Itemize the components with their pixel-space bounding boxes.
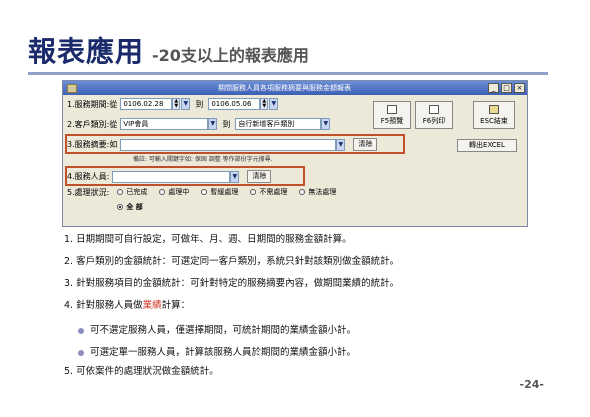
service-staff-field[interactable] (112, 170, 231, 183)
report-window: 期間服務人員各項服務摘要與服務金額報表 _ □ × 1.服務期間:從 0106.… (62, 80, 528, 227)
period-to-spinner[interactable]: ▲ ▼ (260, 98, 269, 110)
radio-icon (159, 189, 166, 195)
title-divider (28, 72, 548, 75)
export-excel-button[interactable]: 轉出EXCEL (457, 139, 517, 152)
radio-icon (250, 189, 257, 195)
printer-icon (429, 105, 439, 114)
sub-list-item-text: 可選定單一服務人員，計算該服務人員於期間的業績金額小計。 (90, 347, 357, 358)
feature-list: 1. 日期期間可自行設定，可做年、月、週、日期間的服務金額計算。 2. 客戶類別… (64, 232, 544, 386)
summary-clear-button[interactable]: 清除 (353, 138, 378, 151)
minimize-icon[interactable]: _ (488, 83, 499, 93)
slide-title: 報表應用 -20支以上的報表應用 (28, 30, 309, 70)
customer-type-from-field[interactable]: VIP會員 (120, 118, 209, 130)
customer-type-row: 2.客戶類別:從 VIP會員 ▼ 到 自行新增客戶類別 ▼ (67, 118, 331, 130)
close-button[interactable]: ESC結束 (473, 101, 515, 129)
list-item: 5. 可依案件的處理狀況做金額統計。 (64, 366, 219, 377)
status-radio-unable[interactable]: 無法處理 (299, 187, 336, 197)
status-row: 5.處理狀況: 已完成 處理中 暫緩處理 不需處理 無法處理 全 部 (67, 187, 348, 212)
maximize-icon[interactable]: □ (501, 83, 512, 93)
list-item-text: 4. 針對服務人員做 (64, 300, 143, 311)
staff-clear-button[interactable]: 清除 (247, 170, 272, 183)
status-radio-processing[interactable]: 處理中 (159, 187, 189, 197)
close-button-label: ESC結束 (480, 117, 508, 125)
bullet-icon (78, 328, 84, 334)
period-to-field[interactable]: 0106.05.06 (208, 98, 261, 110)
service-period-label: 1.服務期間:從 (67, 99, 118, 109)
service-summary-label: 3.服務摘要:如 (67, 140, 118, 149)
list-item: 4. 針對服務人員做業績計算： (64, 298, 544, 320)
customer-type-to-field[interactable]: 自行新增客戶類別 (235, 118, 322, 130)
summary-hint-text: 備註: 可輸入關鍵字如: 保固 調整 等作部份字元搜尋. (133, 156, 273, 163)
status-option-label: 不需處理 (259, 188, 288, 196)
customer-type-to-label: 到 (222, 119, 231, 129)
bullet-icon (78, 350, 84, 356)
list-item-highlight: 業績 (142, 300, 162, 311)
status-radio-done[interactable]: 已完成 (117, 187, 147, 197)
radio-selected-icon (117, 204, 124, 210)
radio-icon (117, 189, 124, 195)
period-from-dropdown-icon[interactable]: ▼ (181, 98, 191, 110)
preview-button-label: F5預覽 (380, 117, 404, 125)
status-option-label: 處理中 (168, 188, 190, 196)
print-button[interactable]: F6列印 (415, 101, 453, 129)
radio-icon (299, 189, 306, 195)
close-icon[interactable]: × (514, 83, 525, 93)
service-summary-field[interactable] (120, 138, 337, 151)
status-radio-all[interactable]: 全 部 (117, 202, 143, 212)
window-title: 期間服務人員各項服務摘要與服務金額報表 (218, 84, 351, 92)
status-radio-deferred[interactable]: 暫緩處理 (201, 187, 238, 197)
period-from-field[interactable]: 0106.02.28 (120, 98, 173, 110)
list-item-text: 計算： (161, 300, 191, 311)
period-to-label: 到 (195, 99, 204, 109)
service-staff-row: 4.服務人員: ▼ 清除 (67, 170, 272, 183)
sub-list-item: 可不選定服務人員，僅選擇期間，可統計期間的業績金額小計。 (64, 320, 544, 342)
sub-list-item: 可選定單一服務人員，計算該服務人員於期間的業績金額小計。 (64, 342, 544, 364)
status-option-label: 暫緩處理 (210, 188, 239, 196)
period-from-spinner[interactable]: ▲ ▼ (172, 98, 181, 110)
print-button-label: F6列印 (422, 117, 446, 125)
status-option-label: 無法處理 (308, 188, 337, 196)
app-icon (67, 83, 77, 93)
period-to-dropdown-icon[interactable]: ▼ (269, 98, 279, 110)
slide-subtitle: -20支以上的報表應用 (152, 46, 309, 65)
customer-type-to-dropdown-icon[interactable]: ▼ (321, 118, 331, 130)
exit-icon (489, 105, 499, 114)
radio-icon (201, 189, 208, 195)
customer-type-label: 2.客戶類別:從 (67, 119, 118, 129)
service-period-row: 1.服務期間:從 0106.02.28 ▲ ▼ ▼ 到 0106.05.06 ▲ ▼… (67, 98, 279, 110)
service-staff-label: 4.服務人員: (67, 172, 110, 181)
customer-type-from-dropdown-icon[interactable]: ▼ (208, 118, 218, 130)
summary-hint: 備註: 可輸入關鍵字如: 保固 調整 等作部份字元搜尋. (133, 154, 273, 163)
list-item: 1. 日期期間可自行設定，可做年、月、週、日期間的服務金額計算。 (64, 234, 352, 245)
service-summary-row: 3.服務摘要:如 ▼ 清除 (67, 138, 378, 151)
status-radio-not-needed[interactable]: 不需處理 (250, 187, 287, 197)
status-label: 5.處理狀況: (67, 188, 110, 197)
preview-button[interactable]: F5預覽 (373, 101, 411, 129)
status-option-label: 已完成 (126, 188, 148, 196)
status-option-label: 全 部 (126, 203, 143, 211)
slide-title-main: 報表應用 (28, 35, 145, 68)
service-staff-dropdown-icon[interactable]: ▼ (230, 170, 240, 183)
sub-list-item-text: 可不選定服務人員，僅選擇期間，可統計期間的業績金額小計。 (90, 325, 357, 336)
list-item: 2. 客戶類別的金額統計：可選定同一客戶類別，系統只針對該類別做金額統計。 (64, 256, 400, 267)
window-titlebar: 期間服務人員各項服務摘要與服務金額報表 _ □ × (63, 81, 527, 95)
preview-icon (387, 105, 397, 114)
service-summary-dropdown-icon[interactable]: ▼ (336, 138, 346, 151)
list-item: 3. 針對服務項目的金額統計：可針對特定的服務摘要內容，做期間業績的統計。 (64, 278, 400, 289)
page-number: -24- (519, 378, 544, 391)
